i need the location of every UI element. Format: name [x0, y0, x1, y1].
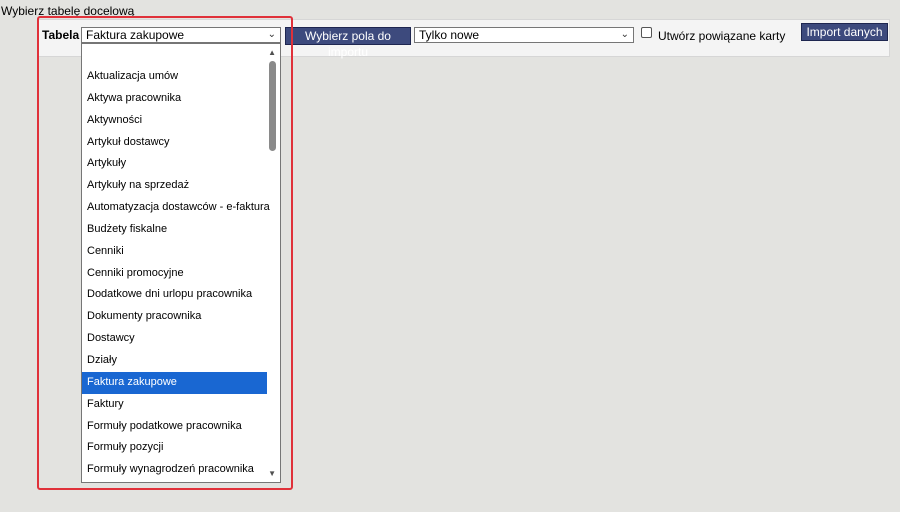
- mode-select[interactable]: Tylko nowe ⌄: [414, 27, 634, 43]
- chevron-down-icon: ⌄: [267, 29, 276, 40]
- dropdown-option[interactable]: Aktywa pracownika: [82, 88, 267, 110]
- dropdown-option[interactable]: Formuły wynagrodzeń pracownika: [82, 459, 267, 481]
- choose-fields-button[interactable]: Wybierz pola do importu: [285, 27, 411, 59]
- table-select-value: Faktura zakupowe: [86, 28, 185, 42]
- dropdown-option[interactable]: Dodatkowe dni urlopu pracownika: [82, 284, 267, 306]
- tabela-label: Tabela: [42, 28, 80, 42]
- dropdown-option[interactable]: Artykuły na sprzedaż: [82, 175, 267, 197]
- dropdown-option[interactable]: Budżety fiskalne: [82, 219, 267, 241]
- dropdown-option[interactable]: Faktury: [82, 394, 267, 416]
- dropdown-option[interactable]: Faktura zakupowe: [82, 371, 267, 394]
- table-select[interactable]: Faktura zakupowe ⌄: [81, 27, 281, 43]
- table-dropdown-list[interactable]: Aktualizacja umów Aktywa pracownika Aktywn…: [81, 43, 281, 483]
- create-related-label: Utwórz powiązane karty: [658, 29, 786, 43]
- dropdown-option[interactable]: Dostawcy: [82, 328, 267, 350]
- chevron-down-icon: ⌄: [620, 29, 629, 40]
- scrollbar-thumb[interactable]: [269, 61, 276, 151]
- dropdown-options: Aktualizacja umów Aktywa pracownika Aktywn…: [82, 66, 270, 481]
- scroll-down-arrow-icon[interactable]: ▼: [268, 469, 276, 478]
- dropdown-option[interactable]: Automatyzacja dostawców - e-faktura: [82, 197, 270, 219]
- import-button[interactable]: Import danych: [801, 23, 888, 41]
- create-related-checkbox[interactable]: [641, 27, 652, 38]
- scrollbar[interactable]: ▲ ▼: [265, 44, 280, 482]
- dropdown-option[interactable]: Cenniki promocyjne: [82, 263, 267, 285]
- dropdown-option[interactable]: Aktywności: [82, 110, 267, 132]
- dropdown-option[interactable]: Artykuły: [82, 153, 267, 175]
- dropdown-option[interactable]: Artykuł dostawcy: [82, 132, 267, 154]
- dropdown-option[interactable]: Cenniki: [82, 241, 267, 263]
- dropdown-option[interactable]: Działy: [82, 350, 267, 372]
- dropdown-option[interactable]: Formuły pozycji: [82, 437, 267, 459]
- scroll-up-arrow-icon[interactable]: ▲: [268, 48, 276, 57]
- dropdown-option[interactable]: Dokumenty pracownika: [82, 306, 267, 328]
- dropdown-option[interactable]: Formuły podatkowe pracownika: [82, 416, 267, 438]
- page-heading: Wybierz tabelę docelową: [1, 4, 135, 18]
- mode-select-value: Tylko nowe: [419, 28, 480, 42]
- dropdown-option[interactable]: Aktualizacja umów: [82, 66, 267, 88]
